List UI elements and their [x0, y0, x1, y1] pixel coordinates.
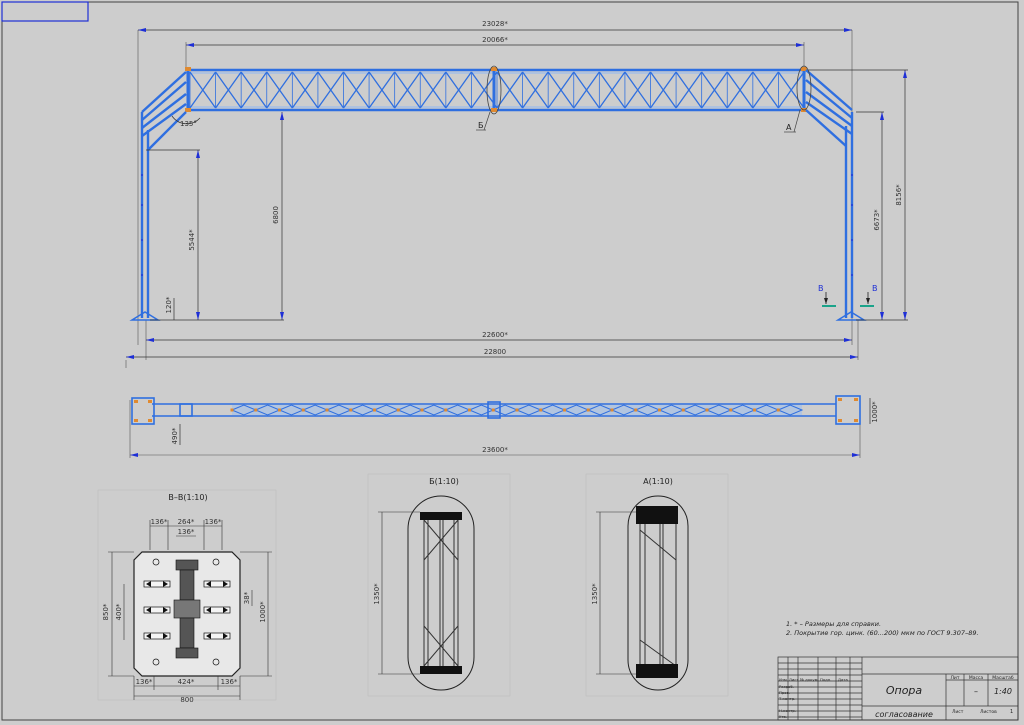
dim-span-bottom: 22600* — [482, 331, 508, 339]
section-vv-view: В–В(1:10) 136* 264* 136* 136* 136* 424* … — [97, 489, 277, 704]
dim-h-right-inner: 6673* — [873, 209, 881, 231]
tb-row-izm: Изм — [779, 677, 787, 682]
dim-angle: 135° — [180, 120, 197, 128]
tb-row-doc: № докум. — [800, 677, 819, 682]
dim-plan-width: 1000* — [871, 401, 879, 423]
dim-plan-length: 23600* — [482, 446, 508, 454]
vv-d-bot1: 136* — [136, 678, 153, 686]
tb-sheets-label: Листов — [980, 709, 997, 715]
detail-b-title: Б(1:10) — [429, 477, 459, 486]
vv-d-bot3: 136* — [221, 678, 238, 686]
dim-truss-length: 20066* — [482, 36, 508, 44]
tb-mass-value: – — [974, 687, 978, 696]
section-vv-title: В–В(1:10) — [168, 493, 207, 502]
dim-h-left-outer: 6800 — [272, 206, 280, 224]
vv-d-width: 800 — [180, 696, 193, 704]
drawing-sheet: 23028* 20066* 22600* 22800 135° 5544* 68… — [1, 1, 1019, 721]
vv-d-left-outer: 850* — [102, 603, 110, 620]
vv-d-right-outer: 1000* — [259, 601, 267, 623]
vv-d-top1: 136* — [151, 518, 168, 526]
tb-role-tcontrol: Т.контр. — [778, 696, 795, 701]
dim-h-right-outer: 8156* — [895, 184, 903, 206]
tb-sheets-value: 1 — [1010, 709, 1013, 715]
note-line-1: 1. * – Размеры для справки. — [786, 620, 881, 628]
tb-row-list: Лист — [789, 677, 799, 682]
corner-stamp-box — [1, 1, 89, 22]
vv-d-right-small: 38* — [243, 591, 251, 604]
detail-a-title: А(1:10) — [643, 477, 673, 486]
tb-sheet-label: Лист — [952, 709, 964, 715]
section-marker-left: В — [818, 284, 824, 293]
vv-d-top2: 264* — [178, 518, 195, 526]
tb-role-dev: Разраб. — [779, 684, 794, 689]
tb-col-scale: Масштаб — [992, 675, 1014, 681]
tb-row-sign: Подп. — [820, 677, 832, 682]
tb-row-date: Дата — [838, 677, 848, 682]
detail-b-view: Б(1:10) 1350* — [367, 473, 511, 697]
detail-a-view: А(1:10) 1350* — [585, 473, 729, 697]
dim-h-left-inner: 5544* — [188, 229, 196, 251]
tb-col-lit: Лит — [951, 675, 960, 681]
callout-b: Б — [478, 121, 484, 130]
dim-base-small: 120* — [165, 296, 173, 313]
tb-col-mass: Масса — [969, 675, 984, 681]
dim-plan-offset: 490* — [171, 427, 179, 444]
vv-d-left-inner: 400* — [115, 603, 123, 620]
dim-overall-top: 23028* — [482, 20, 508, 28]
front-view: 23028* 20066* 22600* 22800 135° 5544* 68… — [125, 20, 908, 368]
plan-view: 23600* 1000* 490* — [129, 395, 879, 458]
tb-scale-value: 1:40 — [994, 687, 1012, 696]
tb-subtitle: согласование — [875, 710, 933, 719]
vv-d-top3: 136* — [205, 518, 222, 526]
detail-b-height: 1350* — [373, 583, 381, 605]
tb-role-check: Пров. — [779, 690, 790, 695]
detail-a-height: 1350* — [591, 583, 599, 605]
callout-a: А — [786, 123, 792, 132]
vv-d-bot2: 424* — [178, 678, 195, 686]
section-marker-right: В — [872, 284, 878, 293]
note-line-2: 2. Покрытие гор. цинк. (60...200) мкм по… — [786, 629, 979, 637]
tb-name: Опора — [886, 684, 923, 697]
tb-role-ncontrol: Н.контр. — [779, 708, 796, 713]
vv-d-top-inner: 136* — [178, 528, 195, 536]
dim-overall-bottom: 22800 — [484, 348, 506, 356]
tb-role-approve: Утв. — [779, 714, 787, 719]
